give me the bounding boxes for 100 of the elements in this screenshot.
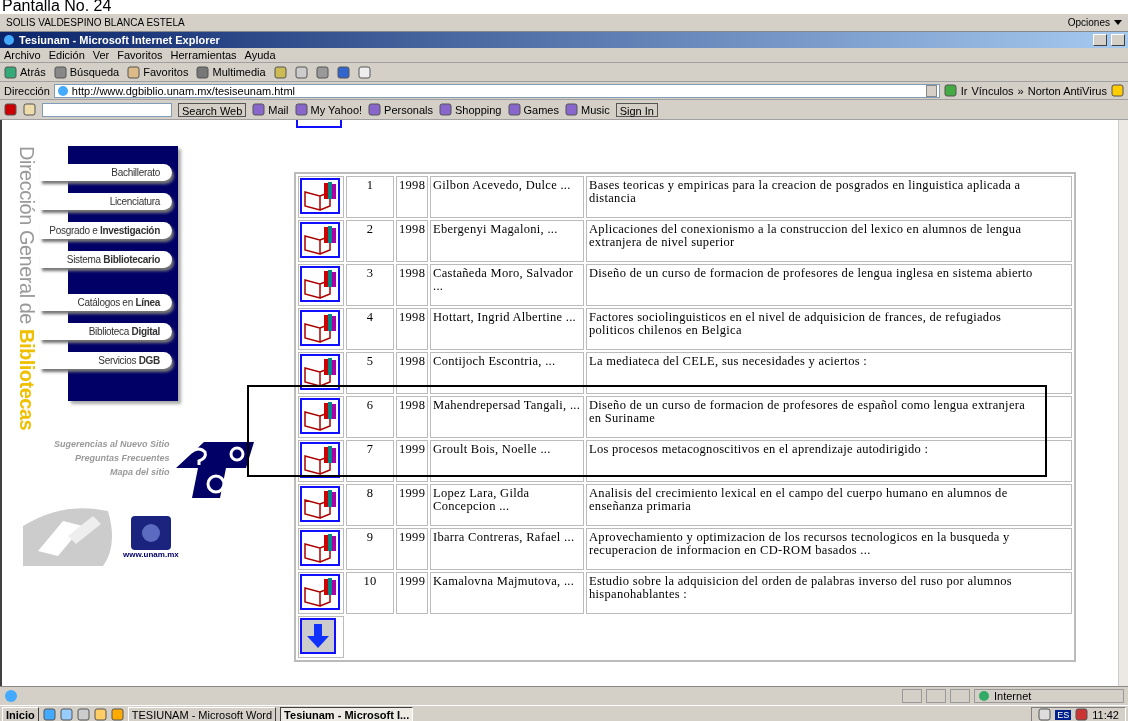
toolbar-button[interactable]: Multimedia [212,66,266,78]
result-number: 10 [346,572,394,614]
search-field[interactable] [42,102,172,117]
result-year: 1998 [396,352,428,394]
result-title: Aprovechamiento y optimizacion de los recursos tecnologicos en la busqueda y recuperacion de informacion en CD-ROM basados ... [586,528,1072,570]
result-year: 1999 [396,572,428,614]
nav-button[interactable]: Servicios DGB [40,352,172,369]
address-field[interactable]: http://www.dgbiblio.unam.mx/tesiseunam.html [53,83,940,98]
result-number: 3 [346,264,394,306]
book-icon[interactable] [300,354,340,390]
result-number: 9 [346,528,394,570]
menu-item[interactable]: Ver [92,49,110,61]
book-icon[interactable] [300,178,340,214]
taskbar-button[interactable]: TESIUNAM - Microsoft Word [127,706,277,721]
page-icon [56,84,69,97]
result-author: Groult Bois, Noelle ... [430,440,584,482]
scrollbar[interactable] [1118,120,1128,686]
site-url[interactable]: www.unam.mx [123,550,179,560]
sign-in-button[interactable]: Sign In [615,102,658,117]
menu-item[interactable]: Edición [48,49,85,61]
user-name: SOLIS VALDESPINO BLANCA ESTELA [6,17,185,28]
result-author: Ibarra Contreras, Rafael ... [430,528,584,570]
result-year: 1998 [396,176,428,218]
result-title: Bases teoricas y empiricas para la creacion de posgrados en linguistica aplicada a distancia [586,176,1072,218]
result-title: Los procesos metacognoscitivos en el aprendizaje autodirigido : [586,440,1072,482]
dropdown-button[interactable] [925,84,937,97]
result-title: La mediateca del CELE, sus necesidades y aciertos : [586,352,1072,394]
toolbar-link[interactable]: Mail [268,103,289,116]
result-year: 1999 [396,484,428,526]
menu-item[interactable]: Herramientas [170,49,237,61]
result-title: Diseño de un curso de formacion de profesores de español como lengua extranjera en Suriname [586,396,1072,438]
nav-button[interactable]: Biblioteca Digital [40,323,172,340]
maximize-button[interactable] [1111,34,1125,46]
result-number: 6 [346,396,394,438]
nav-button[interactable]: Sistema Bibliotecario [40,251,172,268]
book-icon[interactable] [300,266,340,302]
result-year: 1999 [396,528,428,570]
book-icon[interactable] [300,442,340,478]
toolbar-button[interactable]: Atrás [20,66,46,78]
nav-button[interactable]: Catálogos en Línea [40,294,172,311]
norton-link[interactable]: Norton AntiVirus [1027,84,1107,97]
seal-drawing [130,516,171,551]
site-title: Dirección General de Bibliotecas [15,146,38,431]
result-author: Mahendrepersad Tangali, ... [430,396,584,438]
menu-item[interactable]: Favoritos [117,49,163,61]
start-button[interactable]: Inicio [2,706,39,721]
result-author: Hottart, Ingrid Albertine ... [430,308,584,350]
links-label[interactable]: Vínculos [971,84,1014,97]
status-pane [926,689,946,703]
result-author: Contijoch Escontria, ... [430,352,584,394]
book-icon[interactable] [300,310,340,346]
result-author: Castañeda Moro, Salvador ... [430,264,584,306]
result-author: Gilbon Acevedo, Dulce ... [430,176,584,218]
result-author: Ebergenyi Magaloni, ... [430,220,584,262]
result-title: Analisis del crecimiento lexical en el campo del cuerpo humano en alumnos de enseñanza primaria [586,484,1072,526]
menu-item[interactable]: Ayuda [244,49,276,61]
browser-logo-icon [3,34,15,46]
page-icon [4,689,18,703]
toolbar-button[interactable]: Favoritos [143,66,189,78]
book-icon[interactable] [300,574,340,610]
window-title: Tesiunam - Microsoft Internet Explorer [19,34,220,46]
result-year: 1998 [396,220,428,262]
nav-button[interactable]: Posgrado e Investigación [40,222,172,239]
more-links[interactable]: » [1017,84,1024,97]
book-icon[interactable] [300,486,340,522]
book-icon[interactable] [300,530,340,566]
result-title: Estudio sobre la adquisicion del orden de palabras inverso del ruso por alumnos hispanohablantes : [586,572,1072,614]
toolbar-button[interactable]: Búsqueda [69,66,120,78]
status-pane [950,689,970,703]
toolbar-link[interactable]: Personals [384,103,433,116]
result-number: 2 [346,220,394,262]
toolbar-link[interactable]: My Yahoo! [310,103,363,116]
menu-item[interactable]: Archivo [4,49,41,61]
nav-button[interactable]: Bachillerato [40,164,172,181]
toolbar-link[interactable]: Games [523,103,559,116]
result-year: 1998 [396,396,428,438]
book-icon[interactable] [300,222,340,258]
result-number: 8 [346,484,394,526]
toolbar-link[interactable]: Shopping [455,103,502,116]
result-number: 1 [346,176,394,218]
page-caption: Pantalla No. 24 [2,0,112,14]
go-button[interactable]: Ir [960,84,968,97]
toolbar-link[interactable]: Music [580,103,610,116]
result-year: 1998 [396,264,428,306]
result-title: Factores sociolinguisticos en el nivel de adquisicion de frances, de refugiados politicos chilenos en Belgica [586,308,1072,350]
caret-icon [1114,20,1122,25]
options-menu[interactable]: Opciones [1067,17,1110,28]
result-author: Lopez Lara, Gilda Concepcion ... [430,484,584,526]
security-zone: Internet [994,690,1032,702]
minimize-button[interactable] [1093,34,1107,46]
result-year: 1999 [396,440,428,482]
page-button[interactable] [296,120,342,128]
search-button[interactable]: Search Web [178,102,247,117]
nav-button[interactable]: Licenciatura [40,193,172,210]
result-year: 1998 [396,308,428,350]
result-title: Diseño de un curso de formacion de profesores de lengua inglesa en sistema abierto [586,264,1072,306]
clock: 11:42 [1092,708,1119,721]
taskbar-button[interactable]: Tesiunam - Microsoft I... [280,706,414,721]
book-icon[interactable] [300,398,340,434]
language-indicator[interactable]: ES [1055,709,1072,720]
